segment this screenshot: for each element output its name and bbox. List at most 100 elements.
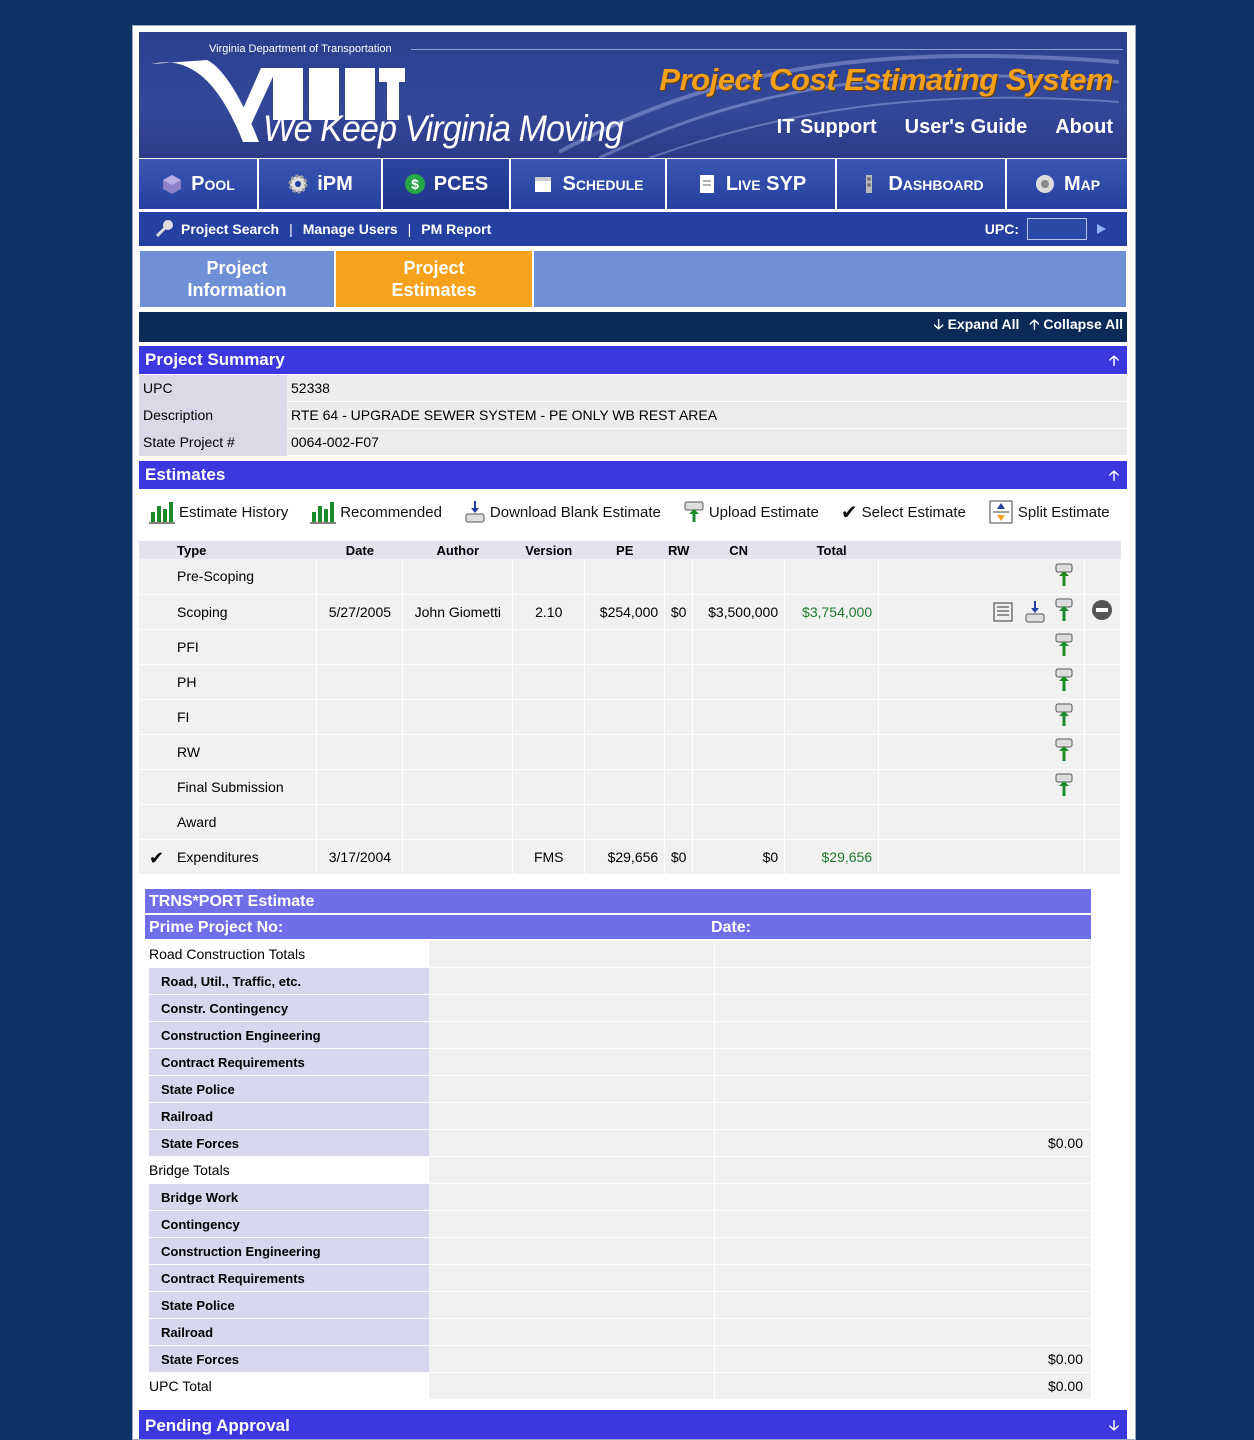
line-value: $0.00: [715, 1373, 1091, 1400]
download-icon[interactable]: [1024, 600, 1046, 624]
cell-rw: [664, 629, 694, 665]
sub-navigation: Project Search | Manage Users | PM Repor…: [139, 212, 1127, 246]
upload-estimate-button[interactable]: Upload Estimate: [683, 500, 819, 524]
row-extra: [1084, 629, 1122, 665]
cell-rw: [664, 664, 694, 700]
pm-report-link[interactable]: PM Report: [421, 221, 491, 237]
cell-author: [402, 699, 514, 735]
row-actions: [878, 664, 1085, 700]
table-row: ✔ Expenditures 3/17/2004 FMS $29,656 $0 $0 $29,…: [139, 839, 1122, 875]
upload-icon[interactable]: [1054, 773, 1074, 801]
tab-dashboard[interactable]: Dashboard: [837, 159, 1007, 209]
upload-icon[interactable]: [1054, 738, 1074, 766]
tab-project-estimates[interactable]: Project Estimates: [336, 251, 534, 307]
row-actions: [878, 839, 1085, 875]
cell-total-text: $29,656: [821, 848, 873, 865]
cell-pe: [584, 734, 666, 770]
row-actions: [878, 734, 1085, 770]
prime-project-row: Prime Project No: Date:: [145, 915, 1091, 941]
collapse-arrow-icon[interactable]: 🡡: [1109, 461, 1119, 489]
row-extra: [1084, 804, 1122, 840]
cell-type-text: PH: [177, 673, 197, 690]
cell-type: Award: [139, 804, 318, 840]
project-summary-header[interactable]: Project Summary 🡡: [139, 346, 1127, 374]
tab-pces[interactable]: $ PCES: [383, 159, 511, 209]
play-icon[interactable]: [1095, 222, 1107, 236]
remove-icon[interactable]: [1091, 599, 1113, 621]
upload-icon[interactable]: [1054, 633, 1074, 661]
project-tabs: Project Information Project Estimates: [139, 250, 1127, 308]
cell-author: [402, 629, 514, 665]
download-blank-estimate-button[interactable]: Download Blank Estimate: [464, 500, 661, 524]
upload-icon[interactable]: [1054, 668, 1074, 696]
cell-type: ✔ Expenditures: [139, 839, 318, 875]
expand-all-button[interactable]: 🡣 Expand All: [934, 314, 1020, 338]
cell-type-text: RW: [177, 743, 201, 760]
cell-pe-text: $29,656: [607, 848, 659, 865]
manage-users-link[interactable]: Manage Users: [303, 221, 398, 237]
tab-schedule[interactable]: Schedule: [511, 159, 667, 209]
upload-icon[interactable]: [1054, 563, 1074, 591]
line-label: Railroad: [149, 1319, 429, 1346]
line-label: Contract Requirements: [149, 1049, 429, 1076]
line-mid: [429, 1373, 715, 1400]
about-link[interactable]: About: [1055, 116, 1113, 139]
cell-pe: [584, 769, 666, 805]
estimates-header[interactable]: Estimates 🡡: [139, 461, 1127, 489]
cell-rw: $0: [664, 594, 694, 630]
col-extra: [1084, 541, 1121, 559]
tab-live-syp[interactable]: Live SYP: [667, 159, 837, 209]
cell-author: [402, 804, 514, 840]
cell-cn: $3,500,000: [692, 594, 786, 630]
row-extra: [1084, 734, 1122, 770]
line-value: $0.00: [715, 1346, 1091, 1373]
collapse-arrow-icon[interactable]: 🡡: [1109, 346, 1119, 374]
app-tabs: Pool iPM $ PCES Schedule Live SYP Dashbo…: [139, 159, 1127, 209]
expand-arrow-icon[interactable]: 🡣: [1109, 1410, 1119, 1439]
project-search-link[interactable]: Project Search: [181, 221, 279, 237]
tab-schedule-label: Schedule: [562, 172, 644, 195]
project-summary: UPC 52338 Description RTE 64 - UPGRADE SEW…: [139, 374, 1127, 456]
tab-map[interactable]: Map: [1007, 159, 1127, 209]
trnsport-line: Bridge Work: [145, 1184, 1091, 1211]
trnsport-line: Railroad: [145, 1103, 1091, 1130]
cell-pe: $254,000: [584, 594, 666, 630]
upc-input[interactable]: [1027, 218, 1087, 240]
cell-date: [316, 734, 404, 770]
row-actions: [878, 804, 1085, 840]
cell-date: 3/17/2004: [316, 839, 404, 875]
users-guide-link[interactable]: User's Guide: [905, 116, 1028, 139]
cell-date: [316, 804, 404, 840]
row-extra: [1084, 699, 1122, 735]
select-estimate-button[interactable]: ✔ Select Estimate: [841, 500, 966, 525]
tab-live-syp-label: Live SYP: [725, 172, 807, 195]
list-icon[interactable]: [992, 601, 1014, 623]
summary-label: State Project #: [139, 428, 287, 456]
collapse-all-button[interactable]: 🡡 Collapse All: [1029, 314, 1123, 338]
cell-cn: [692, 699, 786, 735]
trnsport-title: TRNS*PORT Estimate: [145, 889, 1091, 915]
upload-icon[interactable]: [1054, 703, 1074, 731]
cell-rw: [664, 804, 694, 840]
pending-approval-header[interactable]: Pending Approval 🡣: [139, 1410, 1127, 1439]
line-label: Road Construction Totals: [145, 941, 429, 968]
it-support-link[interactable]: IT Support: [777, 116, 877, 139]
split-estimate-button[interactable]: Split Estimate: [988, 499, 1110, 525]
tab-pool[interactable]: Pool: [139, 159, 259, 209]
line-value: $0.00: [715, 1130, 1091, 1157]
summary-label: Description: [139, 401, 287, 429]
line-mid: [429, 1238, 715, 1265]
download-blank-estimate-label: Download Blank Estimate: [489, 503, 661, 521]
estimate-history-button[interactable]: Estimate History: [149, 500, 288, 524]
estimates-body: Pre-Scoping Scoping 5/27/2005 John Giometti…: [139, 559, 1122, 875]
recommended-button[interactable]: Recommended: [310, 500, 442, 524]
upload-icon[interactable]: [1054, 598, 1074, 626]
collapse-all-label: Collapse All: [1043, 316, 1123, 332]
tab-ipm[interactable]: iPM: [259, 159, 383, 209]
line-value: [715, 1211, 1091, 1238]
cell-date: [316, 769, 404, 805]
table-row: Award: [139, 804, 1122, 840]
tab-project-information[interactable]: Project Information: [140, 251, 336, 307]
header-banner: Virginia Department of Transportation We…: [139, 32, 1127, 158]
tab-pces-label: PCES: [433, 172, 489, 195]
